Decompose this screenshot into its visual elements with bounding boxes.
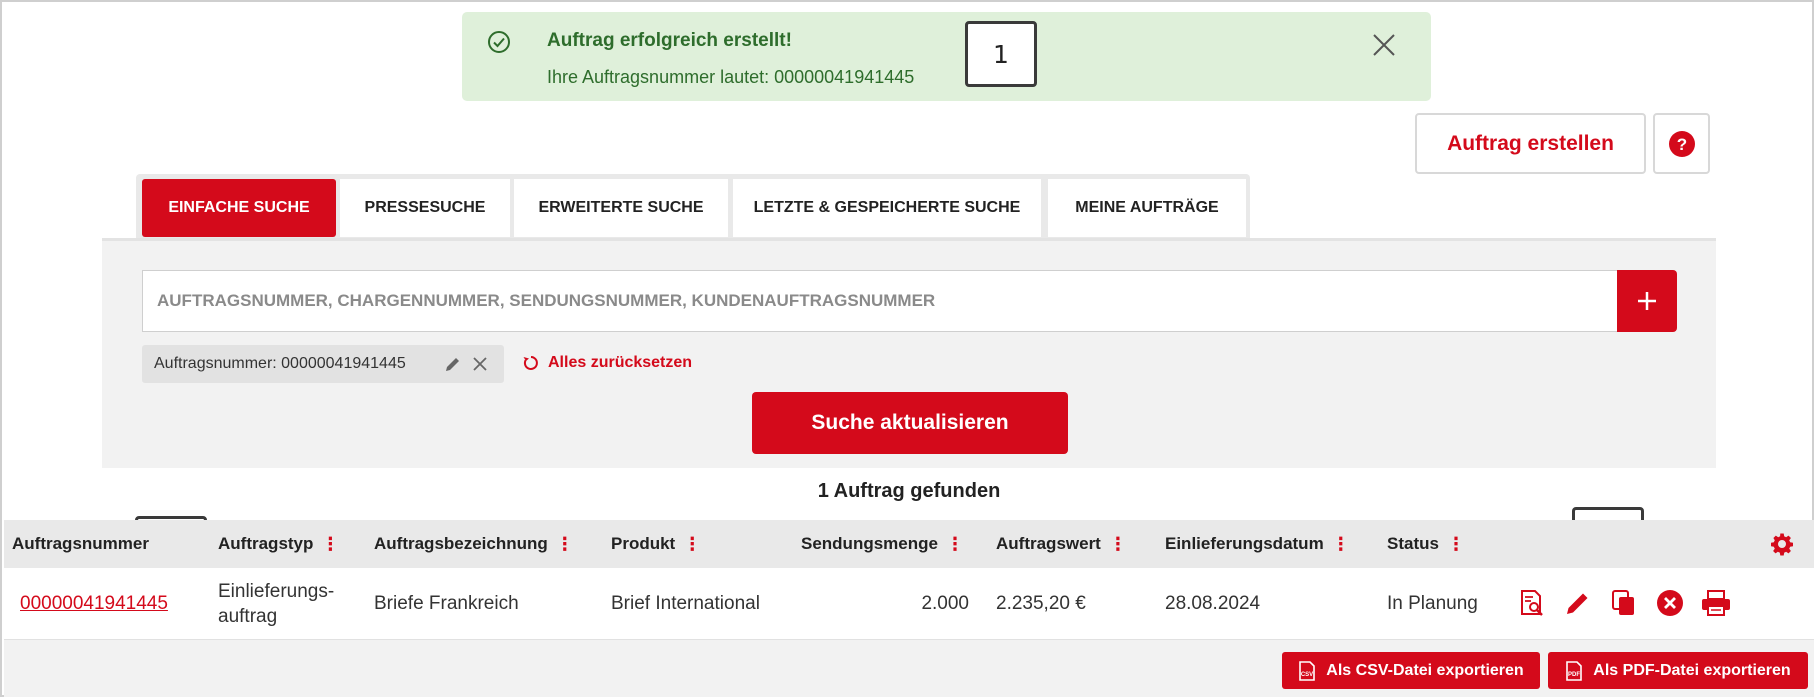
- callout-1: 1: [965, 21, 1037, 87]
- toast-message: Ihre Auftragsnummer lautet: 000000419414…: [547, 67, 915, 87]
- delivery-date-cell: 28.08.2024: [1165, 593, 1261, 614]
- quantity-cell: 2.000: [921, 593, 969, 614]
- export-pdf-button[interactable]: PDF Als PDF-Datei exportieren: [1548, 652, 1808, 689]
- create-order-button[interactable]: Auftrag erstellen: [1415, 113, 1646, 174]
- column-menu-icon[interactable]: ⋮: [1109, 534, 1127, 555]
- filter-chip-label: Auftragsnummer: 00000041941445: [154, 355, 406, 372]
- export-csv-button[interactable]: CSV Als CSV-Datei exportieren: [1282, 652, 1540, 689]
- results-count: 1 Auftrag gefunden: [817, 480, 1001, 502]
- column-header-auftragsnummer[interactable]: Auftragsnummer: [12, 520, 172, 568]
- table-row: 00000041941445 Einlieferungs- auftrag Br…: [4, 568, 1814, 640]
- help-button[interactable]: ?: [1653, 113, 1710, 174]
- tab-meine-auftraege[interactable]: MEINE AUFTRÄGE: [1048, 179, 1246, 237]
- tab-einfache-suche[interactable]: EINFACHE SUCHE: [142, 179, 336, 237]
- edit-icon[interactable]: [1561, 586, 1595, 620]
- add-search-criteria-button[interactable]: [1617, 270, 1677, 332]
- export-csv-label: Als CSV-Datei exportieren: [1326, 661, 1524, 679]
- edit-pencil-icon[interactable]: [443, 354, 463, 374]
- cancel-icon[interactable]: [1653, 586, 1687, 620]
- pdf-file-icon: PDF: [1566, 660, 1583, 681]
- order-value-cell: 2.235,20 €: [996, 593, 1086, 614]
- order-number-cell: 00000041941445: [20, 568, 168, 640]
- reset-all-label: Alles zurücksetzen: [548, 354, 693, 371]
- table-footer: [4, 640, 1814, 697]
- close-icon[interactable]: [1369, 30, 1399, 60]
- svg-text:CSV: CSV: [1301, 672, 1313, 678]
- filter-chip: Auftragsnummer: 00000041941445: [142, 345, 504, 383]
- check-circle-icon: [488, 31, 510, 53]
- order-description-cell: Briefe Frankreich: [374, 593, 519, 614]
- order-number-link[interactable]: 00000041941445: [20, 593, 168, 615]
- tab-pressesuche[interactable]: PRESSESUCHE: [340, 179, 510, 237]
- column-header-auftragsbezeichnung[interactable]: Auftragsbezeichnung ⋮: [374, 520, 594, 568]
- column-header-auftragstyp[interactable]: Auftragstyp ⋮: [218, 520, 358, 568]
- search-input[interactable]: [142, 270, 1617, 332]
- column-menu-icon[interactable]: ⋮: [1447, 534, 1465, 555]
- app-frame: Auftrag erfolgreich erstellt! Ihre Auftr…: [0, 0, 1814, 697]
- column-header-einlieferungsdatum[interactable]: Einlieferungsdatum ⋮: [1165, 520, 1365, 568]
- update-search-button[interactable]: Suche aktualisieren: [752, 392, 1068, 454]
- column-header-produkt[interactable]: Produkt ⋮: [611, 520, 761, 568]
- view-document-icon[interactable]: [1515, 586, 1549, 620]
- copy-icon[interactable]: [1607, 586, 1641, 620]
- column-header-status[interactable]: Status ⋮: [1387, 520, 1487, 568]
- column-menu-icon[interactable]: ⋮: [556, 534, 574, 555]
- tab-erweiterte-suche[interactable]: ERWEITERTE SUCHE: [514, 179, 728, 237]
- svg-text:?: ?: [1676, 135, 1686, 154]
- export-pdf-label: Als PDF-Datei exportieren: [1593, 661, 1791, 679]
- success-toast: Auftrag erfolgreich erstellt! Ihre Auftr…: [462, 12, 1431, 101]
- column-menu-icon[interactable]: ⋮: [1332, 534, 1350, 555]
- column-menu-icon[interactable]: ⋮: [946, 534, 964, 555]
- row-actions: [1515, 586, 1733, 622]
- help-icon: ?: [1668, 130, 1695, 157]
- reset-icon: [523, 356, 538, 370]
- product-cell: Brief International: [611, 593, 760, 614]
- svg-text:PDF: PDF: [1568, 672, 1580, 678]
- tab-letzte-gespeicherte-suche[interactable]: LETZTE & GESPEICHERTE SUCHE: [733, 179, 1041, 237]
- csv-file-icon: CSV: [1299, 660, 1316, 681]
- column-menu-icon[interactable]: ⋮: [683, 534, 701, 555]
- plus-icon: [1638, 292, 1656, 310]
- remove-filter-icon[interactable]: [470, 354, 490, 374]
- reset-all-link[interactable]: Alles zurücksetzen: [522, 350, 692, 376]
- gear-icon[interactable]: [1770, 532, 1794, 556]
- column-header-auftragswert[interactable]: Auftragswert ⋮: [996, 520, 1146, 568]
- status-cell: In Planung: [1387, 593, 1478, 614]
- search-tabs: EINFACHE SUCHE PRESSESUCHE ERWEITERTE SU…: [136, 174, 1250, 240]
- order-type-cell: Einlieferungs- auftrag: [218, 581, 335, 627]
- print-icon[interactable]: [1699, 586, 1733, 620]
- table-header: Auftragsnummer Auftragstyp ⋮ Auftragsbeze…: [4, 520, 1814, 568]
- column-header-sendungsmenge[interactable]: Sendungsmenge ⋮: [801, 520, 976, 568]
- column-menu-icon[interactable]: ⋮: [321, 534, 339, 555]
- toast-title: Auftrag erfolgreich erstellt!: [547, 30, 792, 51]
